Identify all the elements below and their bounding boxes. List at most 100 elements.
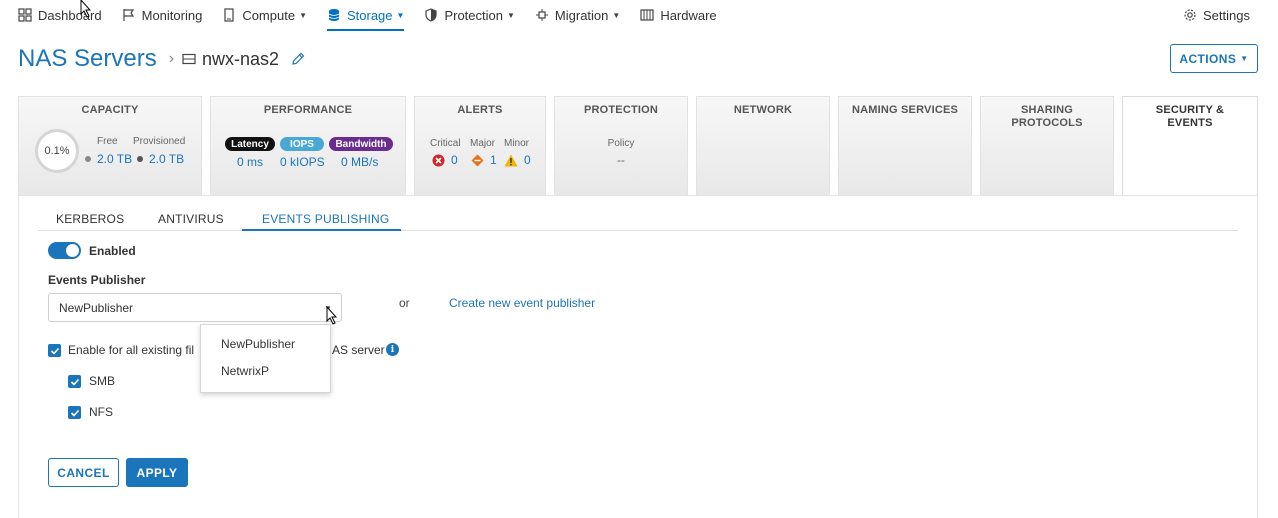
pencil-icon[interactable] xyxy=(291,52,305,66)
migration-icon xyxy=(535,8,549,22)
events-publisher-select[interactable]: NewPublisher ▼ xyxy=(48,293,342,322)
check-icon xyxy=(70,378,79,386)
card-title: PERFORMANCE xyxy=(263,104,353,116)
dot-icon xyxy=(137,156,143,162)
nav-migration[interactable]: Migration ▼ xyxy=(535,0,620,30)
nfs-checkbox[interactable] xyxy=(68,406,81,419)
compute-icon xyxy=(222,8,236,22)
enable-all-label-start: Enable for all existing fil xyxy=(68,343,195,357)
card-title: NETWORK xyxy=(733,104,793,116)
tab-events-publishing[interactable]: EVENTS PUBLISHING xyxy=(262,212,389,226)
smb-label: SMB xyxy=(89,374,116,388)
iops-pill: IOPS xyxy=(280,137,324,151)
smb-checkbox[interactable] xyxy=(68,375,81,388)
critical-label: Critical xyxy=(430,138,461,149)
latency-pill: Latency xyxy=(225,137,275,151)
mouse-cursor-icon xyxy=(326,306,338,325)
card-title: CAPACITY xyxy=(81,104,139,116)
info-icon[interactable]: i xyxy=(386,343,399,356)
warning-icon xyxy=(504,154,518,167)
tab-antivirus[interactable]: ANTIVIRUS xyxy=(158,212,224,226)
dropdown-option-newpublisher[interactable]: NewPublisher xyxy=(221,337,295,351)
nav-protection[interactable]: Protection ▼ xyxy=(424,0,515,30)
card-security-events[interactable]: SECURITY & EVENTS xyxy=(1122,96,1258,196)
cancel-button[interactable]: CANCEL xyxy=(48,458,119,487)
enable-all-label-end: AS server xyxy=(332,343,385,357)
nav-hardware[interactable]: Hardware xyxy=(640,0,717,30)
sub-tabs: KERBEROS ANTIVIRUS EVENTS PUBLISHING xyxy=(38,208,1238,231)
card-network[interactable]: NETWORK xyxy=(696,96,830,195)
server-name-label: nwx-nas2 xyxy=(202,48,280,69)
policy-value: -- xyxy=(617,153,625,167)
card-title: SHARING PROTOCOLS xyxy=(1011,104,1083,129)
free-value: 2.0 TB xyxy=(85,152,132,166)
database-icon xyxy=(327,8,341,22)
nav-monitoring-label: Monitoring xyxy=(141,7,203,23)
bandwidth-pill: Bandwidth xyxy=(329,137,393,151)
card-sharing-protocols[interactable]: SHARING PROTOCOLS xyxy=(980,96,1114,195)
page-title[interactable]: NAS Servers xyxy=(18,45,157,73)
chevron-down-icon: ▼ xyxy=(612,10,621,20)
active-tab-indicator xyxy=(242,229,401,231)
nav-compute-label: Compute xyxy=(242,7,296,23)
card-naming-services[interactable]: NAMING SERVICES xyxy=(838,96,972,195)
critical-value: 0 xyxy=(432,153,458,167)
flag-icon xyxy=(122,8,136,22)
card-title: PROTECTION xyxy=(583,104,659,116)
nav-storage[interactable]: Storage ▼ xyxy=(326,0,405,31)
chevron-down-icon: ▼ xyxy=(299,10,307,20)
mouse-cursor-icon xyxy=(80,0,92,18)
bandwidth-value: 0 MB/s xyxy=(341,155,379,169)
hardware-icon xyxy=(640,8,654,22)
card-title: NAMING SERVICES xyxy=(851,104,959,116)
card-title: SECURITY & EVENTS xyxy=(1155,104,1225,129)
shield-icon xyxy=(424,8,438,22)
card-capacity[interactable]: CAPACITY 0.1% Free Provisioned 2.0 TB 2.… xyxy=(18,96,202,195)
actions-button[interactable]: ACTIONS ▼ xyxy=(1170,44,1258,73)
grid-icon xyxy=(18,8,32,22)
card-alerts[interactable]: ALERTS Critical Major Minor 0 1 0 xyxy=(414,96,546,195)
card-performance[interactable]: PERFORMANCE Latency IOPS Bandwidth 0 ms … xyxy=(210,96,406,195)
chevron-down-icon: ▼ xyxy=(1240,54,1249,63)
check-icon xyxy=(50,347,59,355)
enable-all-checkbox[interactable] xyxy=(48,344,61,357)
nav-settings-label: Settings xyxy=(1203,7,1250,23)
card-title: ALERTS xyxy=(457,104,503,116)
major-icon xyxy=(471,154,484,167)
provisioned-label: Provisioned xyxy=(133,136,186,147)
events-publisher-dropdown: NewPublisher NetwrixP xyxy=(200,324,331,393)
iops-value: 0 kIOPS xyxy=(280,155,325,169)
events-publisher-label: Events Publisher xyxy=(48,273,146,287)
free-label: Free xyxy=(97,136,118,147)
top-nav: Dashboard Monitoring Compute ▼ Storage ▼… xyxy=(0,0,1278,31)
card-protection[interactable]: PROTECTION Policy -- xyxy=(554,96,688,195)
critical-icon xyxy=(432,154,445,167)
capacity-ring: 0.1% xyxy=(35,129,79,173)
nav-hardware-label: Hardware xyxy=(660,7,717,23)
tab-kerberos[interactable]: KERBEROS xyxy=(56,212,124,226)
breadcrumb: NAS Servers › nwx-nas2 xyxy=(18,42,305,76)
server-name: nwx-nas2 xyxy=(182,49,279,70)
latency-value: 0 ms xyxy=(237,155,264,169)
provisioned-value: 2.0 TB xyxy=(137,152,184,166)
minor-label: Minor xyxy=(504,138,530,149)
apply-button[interactable]: APPLY xyxy=(126,458,188,487)
capacity-percent: 0.1% xyxy=(44,145,70,157)
enabled-label: Enabled xyxy=(89,244,136,258)
nav-monitoring[interactable]: Monitoring xyxy=(122,0,203,30)
actions-button-label: ACTIONS xyxy=(1179,51,1237,66)
dot-icon xyxy=(85,156,91,162)
nav-compute[interactable]: Compute ▼ xyxy=(222,0,307,30)
events-publisher-value: NewPublisher xyxy=(59,300,134,315)
enabled-toggle[interactable] xyxy=(48,242,81,259)
nfs-label: NFS xyxy=(89,405,113,419)
nav-migration-label: Migration xyxy=(554,7,609,23)
create-event-publisher-link[interactable]: Create new event publisher xyxy=(449,296,595,310)
nav-settings[interactable]: Settings xyxy=(1183,0,1250,30)
chevron-down-icon: ▼ xyxy=(507,10,515,20)
major-label: Major xyxy=(470,138,496,149)
major-value: 1 xyxy=(471,153,497,167)
chevron-right-icon: › xyxy=(168,50,175,67)
dropdown-option-netwrixp[interactable]: NetwrixP xyxy=(221,364,269,378)
nav-protection-label: Protection xyxy=(444,7,503,23)
